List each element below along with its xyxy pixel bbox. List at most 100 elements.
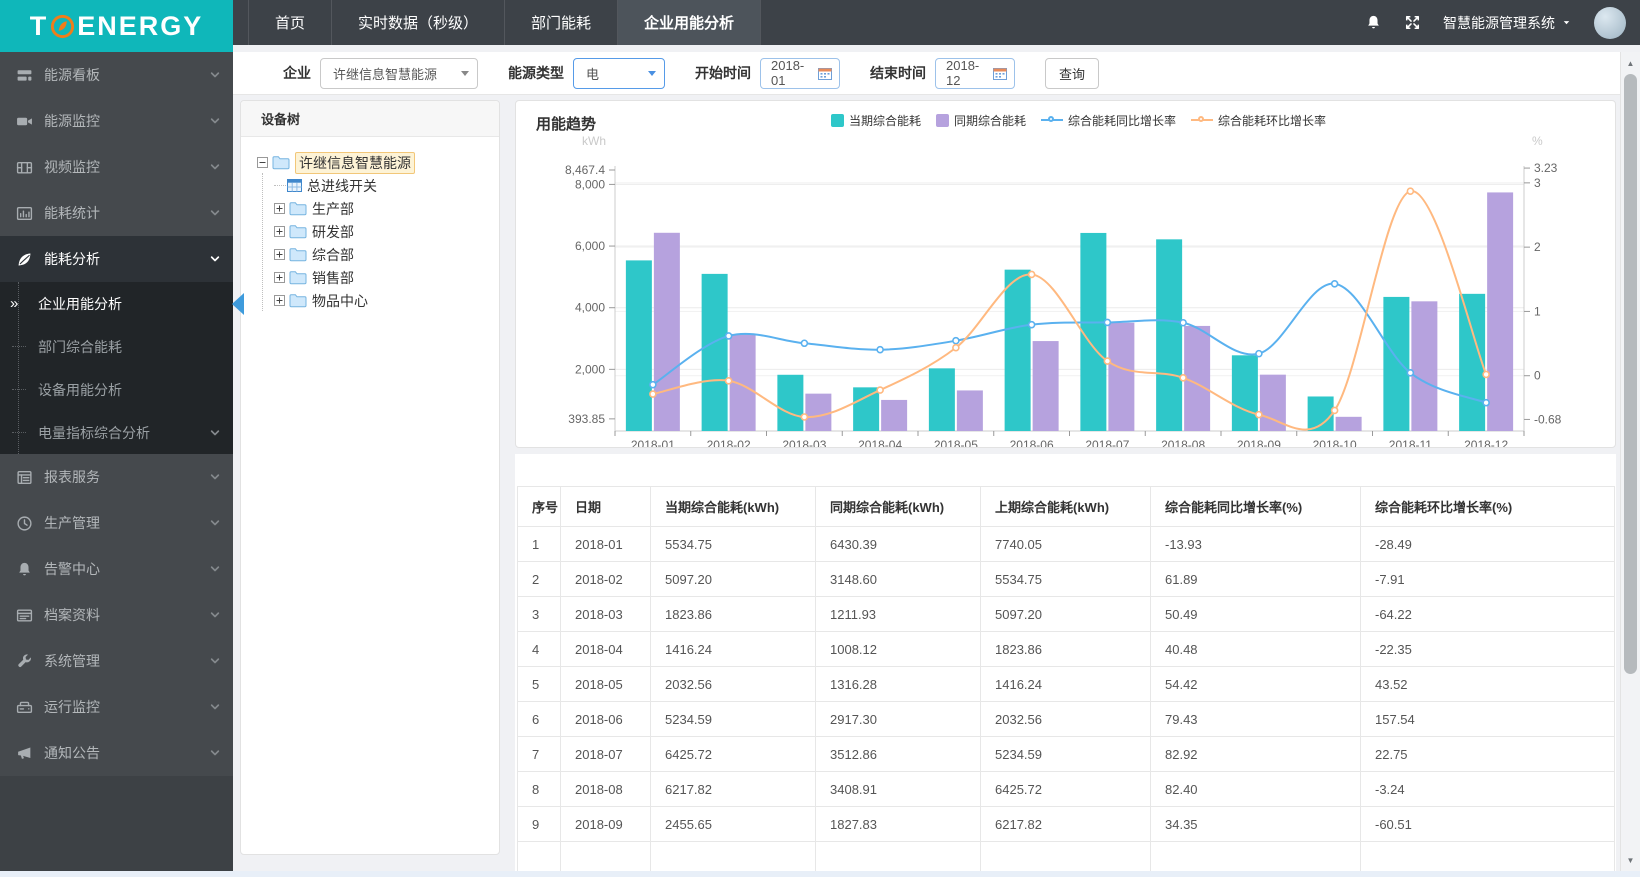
cell-3-3: 1008.12 [815, 631, 981, 667]
legend-item-2[interactable]: 综合能耗同比增长率 [1041, 112, 1176, 129]
sidebar-subitem-0[interactable]: » 企业用能分析 [0, 282, 244, 325]
cell-3-6: -22.35 [1360, 631, 1615, 667]
legend-item-0[interactable]: 当期综合能耗 [831, 112, 921, 129]
folder-icon [289, 224, 307, 239]
bar-当期综合能耗-2018-06 [1004, 269, 1031, 431]
plus-box-icon[interactable] [274, 203, 285, 214]
system-title-menu[interactable]: 智慧能源管理系统 [1443, 13, 1572, 33]
sidebar-item-4[interactable]: 能耗分析 [0, 236, 233, 282]
chart-legend: 当期综合能耗 同期综合能耗 综合能耗同比增长率 综合能耗环比增长率 [831, 111, 1326, 129]
table-row-partial [517, 841, 1615, 871]
bar-同期综合能耗-2018-07 [1108, 322, 1135, 431]
chevron-down-icon [209, 115, 221, 127]
filter-date-3[interactable]: 2018-12 [935, 57, 1015, 89]
nav-tab-2[interactable]: 部门能耗 [505, 0, 619, 45]
folder-icon [289, 270, 307, 285]
filter-select-0[interactable]: 许继信息智慧能源 [320, 57, 478, 89]
tree-node-5[interactable]: 销售部 [257, 266, 489, 289]
tree-node-2[interactable]: 生产部 [257, 197, 489, 220]
notification-bell-icon[interactable] [1365, 14, 1382, 31]
table-row-6: 7 2018-07 6425.72 3512.86 5234.59 82.92 22.75 [517, 736, 1615, 772]
sidebar: 能源看板能源监控视频监控 能耗统计能耗分析 » 企业用能分析 部门综合能耗 设备用能分析电… [0, 52, 244, 877]
logo[interactable]: T ENERGY [0, 0, 233, 52]
cell-8-1: 2018-09 [560, 806, 651, 842]
sidebar-filler [0, 776, 233, 877]
sidebar-item-3[interactable]: 能耗统计 [0, 190, 233, 236]
folder-icon [289, 201, 307, 216]
sidebar-item-label: 能源监控 [44, 113, 100, 129]
plus-box-icon[interactable] [274, 295, 285, 306]
cell-5-2: 5234.59 [650, 701, 816, 737]
cell-8-4: 6217.82 [980, 806, 1151, 842]
tree-node-6[interactable]: 物品中心 [257, 289, 489, 312]
filter-bar: 企业 许继信息智慧能源 能源类型 电 开始时间 2018-01 结束时间 201… [233, 52, 1620, 95]
point-综合能耗环比增长率-2018-07 [1103, 357, 1112, 365]
cell-3-4: 1823.86 [980, 631, 1151, 667]
device-tree-panel: 设备树 许继信息智慧能源 总进线开关 生产部 研发部 综合部 销售部 物品中心 [240, 100, 500, 855]
tree-node-label[interactable]: 物品中心 [312, 291, 368, 311]
tree-node-4[interactable]: 综合部 [257, 243, 489, 266]
column-header-1: 日期 [560, 486, 651, 527]
left-tick-label: 8,000 [575, 177, 605, 191]
legend-item-1[interactable]: 同期综合能耗 [936, 112, 1026, 129]
bar-当期综合能耗-2018-09 [1231, 355, 1258, 431]
sidebar-item-1[interactable]: 能源监控 [0, 98, 233, 144]
sidebar-subitem-1[interactable]: 部门综合能耗 [0, 325, 233, 368]
nav-tab-1[interactable]: 实时数据（秒级） [332, 0, 506, 45]
plus-box-icon[interactable] [274, 272, 285, 283]
point-综合能耗环比增长率-2018-12 [1482, 370, 1490, 379]
tree-node-label[interactable]: 研发部 [312, 222, 354, 242]
tree-node-label[interactable]: 综合部 [312, 245, 354, 265]
sidebar-subitem-2[interactable]: 设备用能分析 [0, 368, 233, 411]
nav-tab-0[interactable]: 首页 [248, 0, 333, 45]
point-综合能耗环比增长率-2018-02 [724, 376, 733, 385]
sidebar-item-7[interactable]: 告警中心 [0, 546, 233, 592]
plus-box-icon[interactable] [274, 226, 285, 237]
sidebar-item-6[interactable]: 生产管理 [0, 500, 233, 546]
cell-7-1: 2018-08 [560, 771, 651, 807]
folder-icon [289, 293, 307, 308]
tree-node-label[interactable]: 销售部 [312, 268, 354, 288]
sidebar-item-8[interactable]: 档案资料 [0, 592, 233, 638]
sidebar-item-9[interactable]: 系统管理 [0, 638, 233, 684]
cell-4-4: 1416.24 [980, 666, 1151, 702]
logo-prefix: T [29, 10, 49, 41]
point-综合能耗同比增长率-2018-11 [1406, 369, 1415, 377]
plus-box-icon[interactable] [274, 249, 285, 260]
fullscreen-icon[interactable] [1404, 14, 1421, 31]
point-综合能耗同比增长率-2018-02 [724, 332, 733, 340]
cell-5-3: 2917.30 [815, 701, 981, 737]
sidebar-item-label: 能耗分析 [44, 251, 100, 267]
minus-box-icon[interactable] [257, 157, 268, 168]
sidebar-item-10[interactable]: 运行监控 [0, 684, 233, 730]
filter-select-1[interactable]: 电 [573, 57, 665, 89]
scrollbar-thumb[interactable] [1624, 74, 1637, 674]
legend-square-marker [831, 113, 844, 127]
sidebar-item-0[interactable]: 能源看板 [0, 52, 233, 98]
query-button[interactable]: 查询 [1045, 57, 1100, 89]
sidebar-subitem-3[interactable]: 电量指标综合分析 [0, 411, 233, 454]
filter-date-2[interactable]: 2018-01 [760, 57, 840, 89]
table-card: 序号 日期 当期综合能耗(kWh) 同期综合能耗(kWh) 上期综合能耗(kWh) 综合能… [515, 454, 1616, 871]
tree-node-label[interactable]: 许继信息智慧能源 [295, 151, 415, 174]
tree-node-0[interactable]: 许继信息智慧能源 [257, 151, 489, 174]
scroll-down-icon[interactable]: ▼ [1621, 851, 1640, 869]
point-综合能耗环比增长率-2018-08 [1179, 373, 1187, 382]
cell-7-5: 82.40 [1150, 771, 1361, 807]
sidebar-item-11[interactable]: 通知公告 [0, 730, 233, 776]
tree-node-label[interactable]: 总进线开关 [307, 176, 377, 196]
nav-tab-3[interactable]: 企业用能分析 [618, 0, 762, 45]
x-axis-label: 2018-02 [707, 438, 751, 447]
scroll-up-icon[interactable]: ▲ [1621, 54, 1640, 72]
legend-item-3[interactable]: 综合能耗环比增长率 [1191, 112, 1326, 129]
tree-node-3[interactable]: 研发部 [257, 220, 489, 243]
avatar[interactable] [1594, 6, 1626, 39]
logo-suffix: ENERGY [77, 10, 204, 41]
tree-node-1[interactable]: 总进线开关 [257, 174, 489, 197]
tree-node-label[interactable]: 生产部 [312, 199, 354, 219]
vertical-scrollbar[interactable]: ▲ ▼ [1620, 52, 1640, 871]
horizontal-scrollbar-track[interactable] [0, 871, 1640, 877]
sidebar-item-5[interactable]: 报表服务 [0, 454, 233, 500]
chevron-down-icon [209, 609, 221, 621]
sidebar-item-2[interactable]: 视频监控 [0, 144, 233, 190]
